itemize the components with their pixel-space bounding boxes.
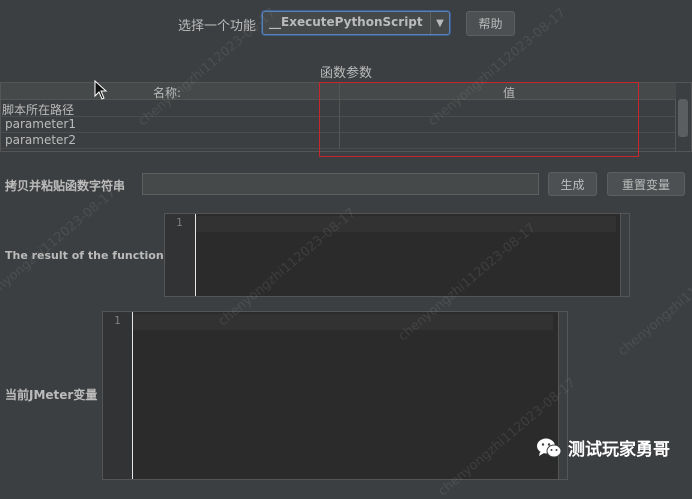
reset-variables-button[interactable]: 重置变量 (607, 172, 685, 196)
result-current-line (196, 216, 616, 232)
help-button[interactable]: 帮助 (466, 11, 515, 36)
brand-text: 测试玩家勇哥 (568, 440, 670, 460)
jmeter-vars-editor[interactable]: 1 (102, 311, 568, 480)
jmeter-vars-line-number: 1 (114, 314, 121, 327)
value-column-highlight (319, 82, 639, 157)
wechat-brand: 测试玩家勇哥 (536, 435, 670, 460)
result-line-number: 1 (176, 216, 183, 229)
params-section-title: 函数参数 (320, 66, 373, 81)
param-name-cell: parameter1 (5, 117, 76, 131)
param-name-cell: parameter2 (5, 133, 76, 147)
function-select[interactable]: __ExecutePythonScript ▼ (262, 11, 450, 35)
jmeter-vars-gutter-line (132, 312, 133, 479)
jmeter-vars-label: 当前JMeter变量 (5, 388, 98, 402)
jmeter-vars-gutter (103, 312, 132, 479)
help-button-label: 帮助 (478, 17, 503, 31)
table-scrollbar-thumb[interactable] (678, 99, 688, 137)
generate-button[interactable]: 生成 (548, 172, 597, 196)
column-header-name[interactable]: 名称: (153, 84, 181, 101)
watermark-text: chenyongzhi112023-08-17 (0, 185, 119, 310)
result-label: The result of the function is (5, 249, 178, 262)
copy-string-label: 拷贝并粘贴函数字符串 (5, 179, 126, 193)
function-string-field[interactable] (142, 173, 539, 195)
reset-variables-button-label: 重置变量 (621, 177, 670, 192)
function-select-label: 选择一个功能 (178, 19, 257, 34)
mouse-cursor-icon (94, 80, 108, 100)
wechat-icon (537, 438, 562, 457)
function-select-value: __ExecutePythonScript (269, 15, 423, 29)
chevron-down-icon[interactable]: ▼ (430, 12, 449, 34)
generate-button-label: 生成 (560, 177, 585, 192)
result-editor[interactable]: 1 (164, 213, 630, 297)
result-scrollbar[interactable] (620, 214, 629, 296)
jmeter-vars-current-line (133, 314, 553, 330)
